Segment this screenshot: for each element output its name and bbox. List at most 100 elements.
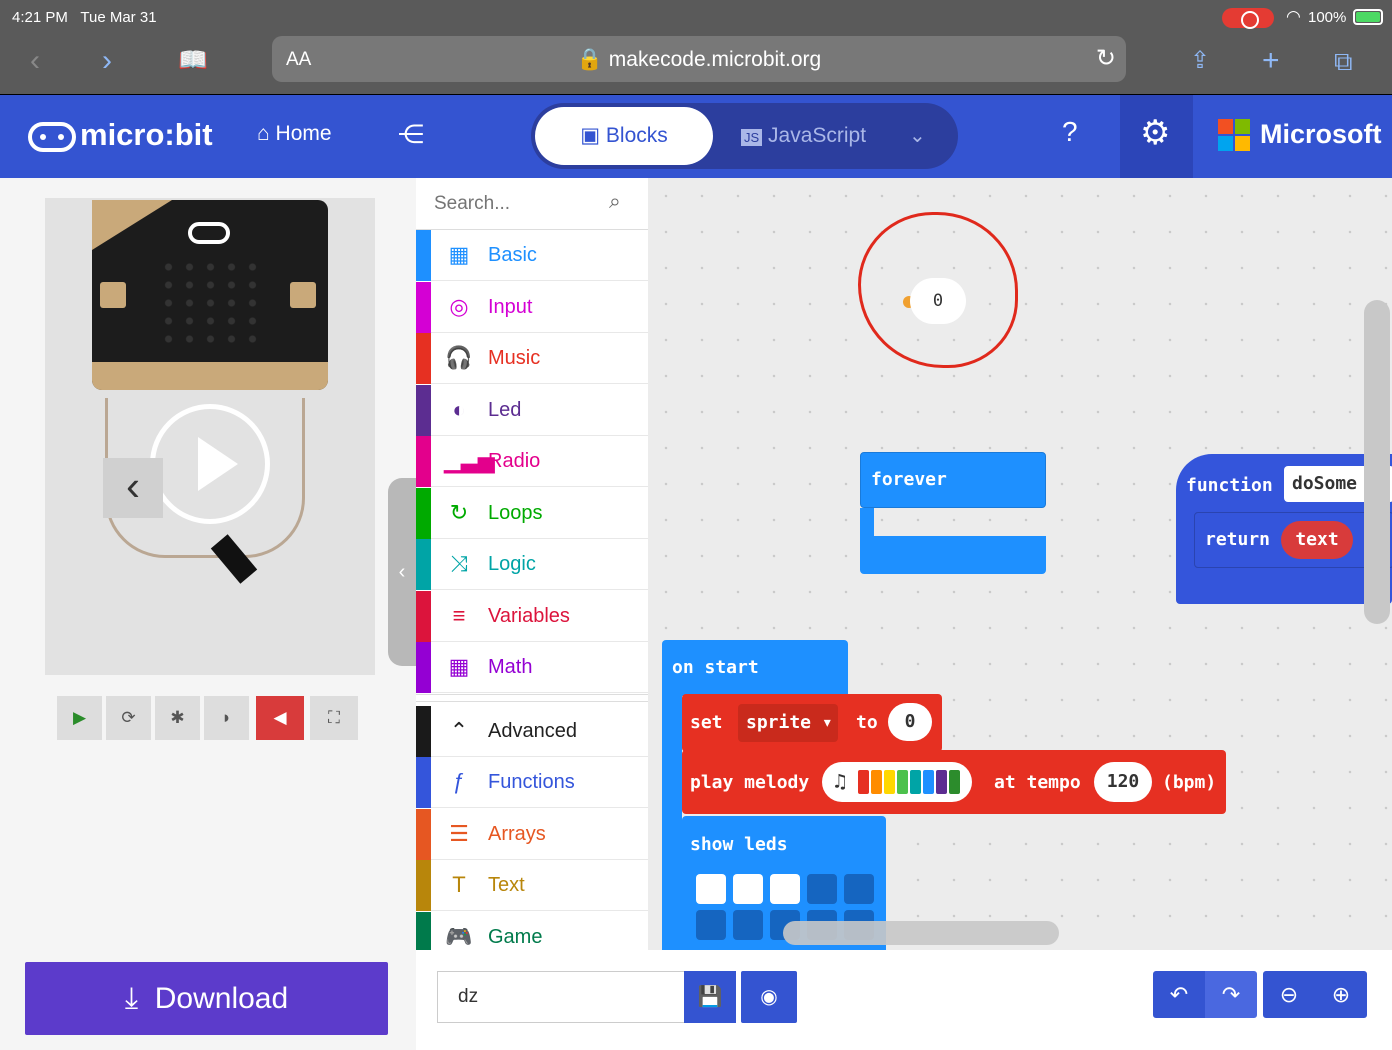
melody-note (923, 770, 934, 794)
category-label: Led (488, 398, 522, 421)
settings-button[interactable]: ⚙ (1120, 95, 1193, 178)
category-advanced[interactable]: ⌃ Advanced (416, 705, 648, 757)
category-color-bar (416, 808, 431, 860)
led-cell[interactable] (844, 874, 874, 904)
category-basic[interactable]: ▦ Basic (416, 230, 648, 281)
bookmarks-icon[interactable]: 📖 (178, 46, 208, 76)
slowmo-icon[interactable]: ◗ (204, 696, 249, 740)
text-reporter[interactable]: text (1281, 521, 1353, 559)
toggle-icon: ◐ (452, 396, 466, 422)
button-a[interactable] (100, 282, 126, 308)
github-icon[interactable]: ◉ (741, 971, 797, 1023)
address-bar[interactable]: AA 🔒 makecode.microbit.org ↻ (272, 36, 1126, 82)
zoom-in-icon[interactable]: ⊕ (1315, 971, 1367, 1018)
redo-icon[interactable]: ↷ (1205, 971, 1257, 1018)
list-icon: ☰ (449, 820, 469, 846)
tabs-icon[interactable]: ⧉ (1334, 46, 1353, 76)
category-label: Arrays (488, 822, 546, 845)
sprite-dropdown[interactable]: sprite ▾ (738, 704, 838, 742)
play-icon[interactable]: ▶ (57, 696, 102, 740)
chevron-down-icon[interactable]: ⌄ (909, 107, 926, 165)
category-color-bar (416, 705, 431, 757)
floating-number-block[interactable]: 0 (910, 278, 966, 324)
editor-toggle: ▣ Blocks JS JavaScript ⌄ (531, 103, 958, 169)
signal-icon: ▁▃▅ (444, 448, 495, 473)
search-input[interactable] (434, 190, 604, 218)
restart-icon[interactable]: ⟳ (106, 696, 151, 740)
melody-note (884, 770, 895, 794)
bug-icon[interactable]: ✱ (155, 696, 200, 740)
set-value-field[interactable]: 0 (888, 703, 932, 741)
forward-icon[interactable]: › (102, 46, 112, 76)
melody-editor-field[interactable]: ♫ (822, 762, 972, 802)
share-button[interactable]: ⋲ (398, 119, 424, 150)
vertical-scrollbar[interactable] (1364, 300, 1390, 624)
forever-footer (860, 536, 1046, 574)
category-functions[interactable]: ƒ Functions (416, 757, 648, 808)
blocks-workspace[interactable]: 0 forever function doSome return text on… (648, 178, 1392, 950)
horizontal-scrollbar[interactable] (783, 921, 1059, 945)
save-icon[interactable]: 💾 (684, 971, 736, 1023)
download-button[interactable]: ⤓ Download (25, 962, 388, 1035)
target-icon: ◎ (449, 293, 469, 319)
collapse-simulator-button[interactable]: ‹ (388, 478, 416, 666)
led-cell[interactable] (807, 874, 837, 904)
category-math[interactable]: ▦ Math (416, 642, 648, 693)
led-cell[interactable] (733, 874, 763, 904)
fullscreen-icon[interactable]: ⛶ (310, 696, 358, 740)
forever-block[interactable]: forever (860, 452, 1046, 508)
category-label: Math (488, 656, 533, 678)
play-melody-block[interactable]: play melody ♫ at tempo 120 (bpm) (682, 750, 1226, 814)
play-overlay-icon[interactable] (150, 404, 270, 524)
category-input[interactable]: ◎ Input (416, 281, 648, 333)
set-variable-block[interactable]: set sprite ▾ to 0 (682, 694, 942, 752)
tab-javascript[interactable]: JS JavaScript (741, 107, 866, 165)
gear-icon: ⚙ (1140, 114, 1171, 152)
tab-blocks[interactable]: ▣ Blocks (535, 107, 713, 165)
microbit-board[interactable] (92, 200, 328, 390)
category-led[interactable]: ◐ Led (416, 384, 648, 436)
return-block[interactable]: return text (1194, 512, 1392, 568)
category-text[interactable]: T Text (416, 860, 648, 911)
category-variables[interactable]: ≡ Variables (416, 590, 648, 642)
help-icon[interactable]: ? (1062, 116, 1078, 148)
status-time: 4:21 PM Tue Mar 31 (12, 9, 157, 26)
puzzle-icon: ▣ (580, 124, 601, 147)
led-cell[interactable] (770, 874, 800, 904)
reload-icon[interactable]: ↻ (1096, 44, 1116, 73)
led-cell[interactable] (696, 910, 726, 940)
category-color-bar (416, 384, 431, 436)
project-name-input[interactable]: dz (437, 971, 685, 1023)
new-tab-icon[interactable]: + (1262, 46, 1280, 76)
category-radio[interactable]: ▁▃▅ Radio (416, 436, 648, 487)
category-loops[interactable]: ↻ Loops (416, 487, 648, 539)
microbit-logo[interactable]: micro:bit (28, 117, 213, 153)
on-start-spine (662, 696, 682, 950)
category-logic[interactable]: ⤨ Logic (416, 539, 648, 590)
chevron-left-icon[interactable]: ‹ (103, 458, 163, 518)
tempo-field[interactable]: 120 (1094, 762, 1152, 802)
toolbox-separator (416, 694, 648, 702)
function-block[interactable]: function doSome return text (1176, 454, 1392, 604)
home-button[interactable]: ⌂ Home (257, 122, 332, 146)
category-music[interactable]: 🎧 Music (416, 333, 648, 384)
calculator-icon: ▦ (448, 654, 470, 679)
led-cell[interactable] (696, 874, 726, 904)
undo-icon[interactable]: ↶ (1153, 971, 1205, 1018)
search-icon[interactable]: ⌕ (609, 190, 621, 214)
mute-icon[interactable]: ◀ (256, 696, 304, 740)
led-matrix (158, 258, 262, 348)
microsoft-label[interactable]: Microsoft (1260, 119, 1382, 150)
on-start-block[interactable]: on start (662, 640, 848, 696)
home-icon: ⌂ (257, 122, 270, 145)
led-cell[interactable] (733, 910, 763, 940)
melody-note (949, 770, 960, 794)
category-color-bar (416, 539, 431, 590)
microbit-logo-icon (28, 121, 76, 152)
category-arrays[interactable]: ☰ Arrays (416, 808, 648, 860)
button-b[interactable] (290, 282, 316, 308)
zoom-out-icon[interactable]: ⊖ (1263, 971, 1315, 1018)
share-icon[interactable]: ⇪ (1190, 46, 1210, 76)
category-color-bar (416, 642, 431, 693)
back-icon[interactable]: ‹ (30, 46, 40, 76)
